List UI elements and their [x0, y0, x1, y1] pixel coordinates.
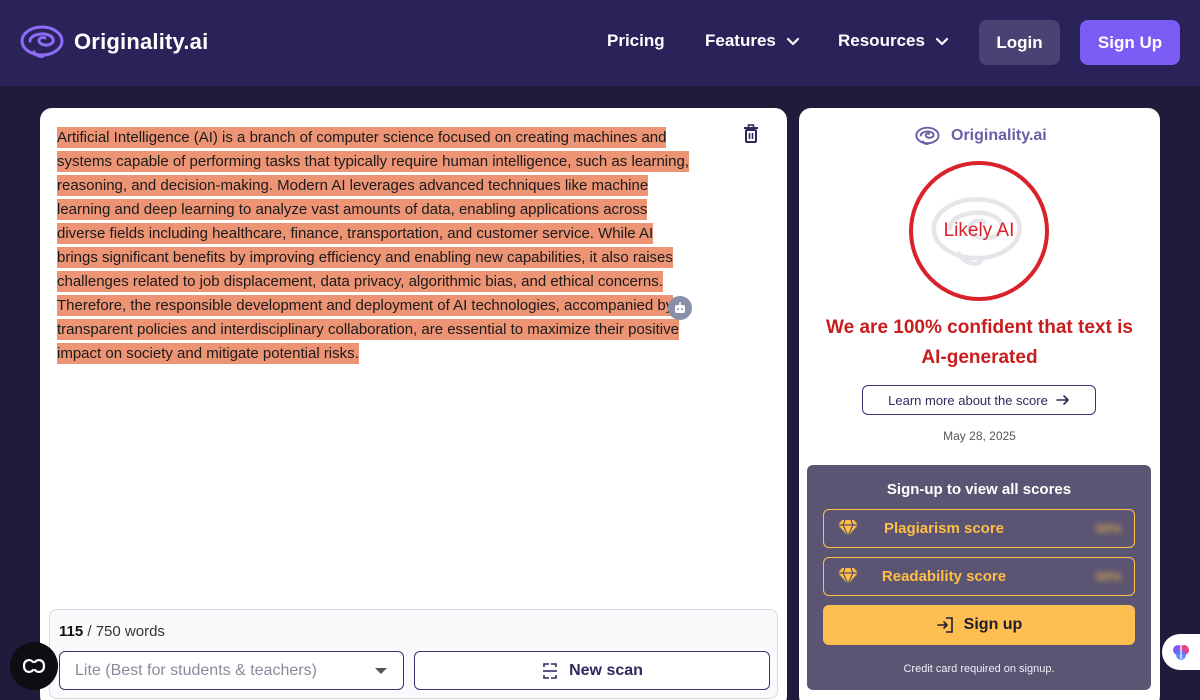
result-brand: Originality.ai — [915, 126, 1047, 146]
bot-badge[interactable] — [668, 296, 692, 320]
readability-score-row[interactable]: Readability score 80% — [823, 557, 1135, 596]
nav-resources-label: Resources — [838, 31, 925, 50]
brain-logo-icon — [20, 25, 64, 58]
robot-icon — [675, 302, 685, 313]
caret-down-icon — [375, 668, 387, 674]
brain-logo-icon — [915, 126, 940, 145]
nav-features[interactable]: Features — [705, 31, 800, 51]
word-count-separator: / — [87, 623, 96, 640]
signup-cta-button[interactable]: Sign up — [823, 605, 1135, 645]
model-select-value: Lite (Best for students & teachers) — [75, 661, 317, 679]
verdict-label: Likely AI — [943, 220, 1015, 241]
plagiarism-score-row[interactable]: Plagiarism score 80% — [823, 509, 1135, 548]
text-input-area[interactable]: Artificial Intelligence (AI) is a branch… — [57, 126, 697, 366]
infinity-loop-icon — [22, 659, 46, 673]
colorful-brain-icon — [1173, 645, 1189, 660]
side-extension-tab[interactable] — [1162, 634, 1200, 670]
signup-cta-label: Sign up — [963, 616, 1023, 633]
login-arrow-icon — [936, 617, 953, 633]
text-editor-panel: Artificial Intelligence (AI) is a branch… — [40, 108, 787, 700]
login-button[interactable]: Login — [979, 20, 1060, 65]
top-navbar: Originality.ai Pricing Features Resource… — [0, 0, 1200, 86]
readability-score-hidden: 80% — [1095, 569, 1122, 584]
signup-promo-box: Sign-up to view all scores Plagiarism sc… — [807, 465, 1151, 690]
trash-icon[interactable] — [741, 124, 761, 144]
ai-highlighted-text: Artificial Intelligence (AI) is a branch… — [57, 127, 689, 364]
word-limit: 750 words — [95, 623, 165, 640]
signup-promo-title: Sign-up to view all scores — [886, 481, 1072, 498]
scan-icon — [543, 662, 558, 679]
readability-score-label: Readability score — [881, 568, 1007, 585]
learn-more-label: Learn more about the score — [888, 392, 1048, 408]
nav-features-label: Features — [705, 31, 776, 50]
plagiarism-score-hidden: 80% — [1095, 521, 1122, 536]
scan-date: May 28, 2025 — [943, 429, 1016, 443]
editor-footer: 115 / 750 words Lite (Best for students … — [49, 609, 778, 699]
plagiarism-score-label: Plagiarism score — [883, 520, 1005, 537]
chevron-down-icon — [786, 37, 799, 46]
brand-logo[interactable]: Originality.ai — [20, 24, 208, 60]
learn-more-button[interactable]: Learn more about the score — [862, 385, 1096, 415]
result-panel: Originality.ai Likely AI We are 100% con… — [799, 108, 1160, 700]
new-scan-button[interactable]: New scan — [414, 651, 770, 690]
result-brand-name: Originality.ai — [951, 127, 1047, 144]
nav-pricing-label: Pricing — [607, 31, 665, 50]
nav-pricing[interactable]: Pricing — [607, 31, 665, 51]
verdict-ring: Likely AI — [909, 161, 1049, 301]
arrow-right-icon — [1056, 395, 1069, 405]
nav-resources[interactable]: Resources — [838, 31, 949, 51]
confidence-statement: We are 100% confident that text is AI-ge… — [826, 317, 1133, 368]
chevron-down-icon — [935, 37, 949, 46]
model-select[interactable]: Lite (Best for students & teachers) — [59, 651, 404, 690]
signup-button[interactable]: Sign Up — [1080, 20, 1180, 65]
new-scan-label: New scan — [569, 661, 643, 679]
credit-card-note: Credit card required on signup. — [903, 663, 1055, 675]
word-count-value: 115 — [59, 623, 84, 640]
brand-name: Originality.ai — [74, 29, 209, 54]
floating-widget-button[interactable] — [10, 642, 58, 690]
word-counter: 115 / 750 words — [59, 623, 165, 640]
